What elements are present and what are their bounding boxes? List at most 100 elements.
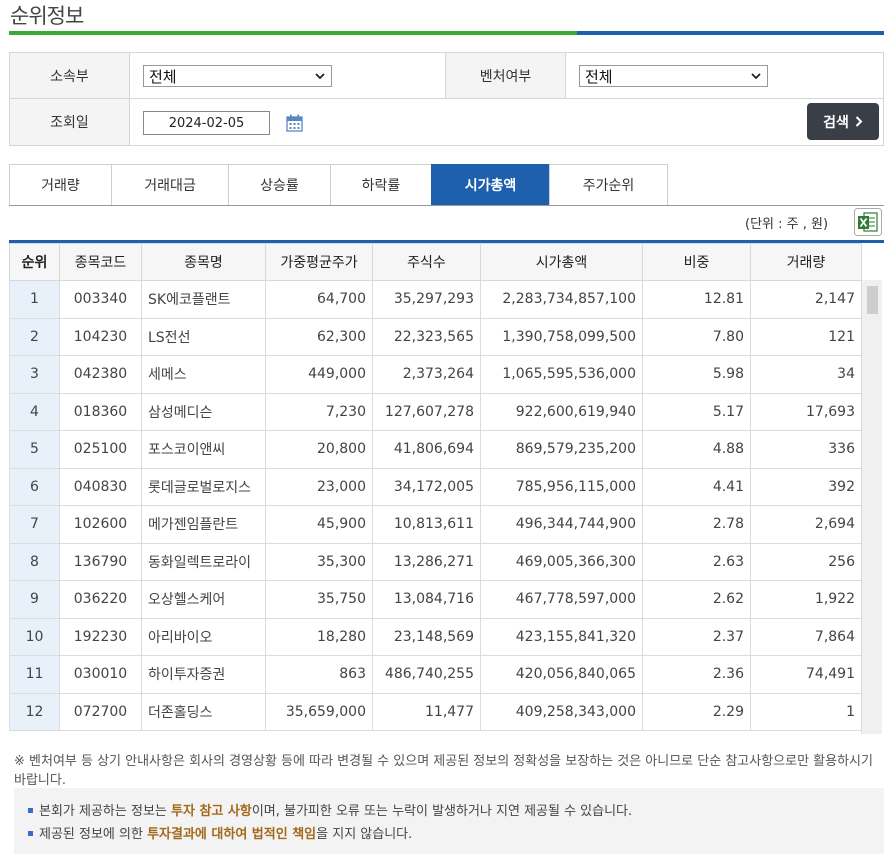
table-cell: 4.88 bbox=[642, 430, 751, 469]
table-row: 2 104230 LS전선 62,300 22,323,565 1,390,758,099… bbox=[9, 317, 862, 356]
tab-rise-rate[interactable]: 상승률 bbox=[228, 164, 331, 205]
table-cell: 922,600,619,940 bbox=[480, 392, 643, 431]
table-cell[interactable]: 세메스 bbox=[141, 355, 266, 394]
table-header-row: 순위 종목코드 종목명 가중평균주가 주식수 시가총액 비중 거래량 bbox=[9, 243, 862, 281]
table-cell: 2,694 bbox=[750, 505, 862, 544]
info-text: 이며, 불가피한 오류 또는 누락이 발생하거나 지연 제공될 수 있습니다. bbox=[251, 804, 633, 819]
affiliation-select[interactable]: 전체 bbox=[143, 65, 332, 87]
info-text: 제공된 정보에 의한 bbox=[39, 827, 148, 842]
ranking-tabs: 거래량 거래대금 상승률 하락률 시가총액 주가순위 bbox=[9, 164, 884, 206]
table-cell: 35,750 bbox=[265, 580, 373, 619]
tab-volume[interactable]: 거래량 bbox=[9, 164, 112, 205]
affiliation-select-value: 전체 bbox=[149, 67, 177, 86]
tab-market-cap[interactable]: 시가총액 bbox=[431, 164, 550, 205]
table-cell[interactable]: 메가젠임플란트 bbox=[141, 505, 266, 544]
table-cell[interactable]: 포스코이앤씨 bbox=[141, 430, 266, 469]
table-cell: 104230 bbox=[59, 317, 142, 356]
tab-trading-value[interactable]: 거래대금 bbox=[111, 164, 229, 205]
column-header: 거래량 bbox=[750, 243, 862, 281]
date-input[interactable]: 2024-02-05 bbox=[143, 111, 270, 135]
chevron-down-icon bbox=[315, 73, 325, 80]
table-cell: 469,005,366,300 bbox=[480, 542, 643, 581]
table-cell: 11,477 bbox=[372, 692, 481, 731]
tab-label: 거래대금 bbox=[144, 178, 196, 194]
table-cell: 420,056,840,065 bbox=[480, 655, 643, 694]
table-cell: 34,172,005 bbox=[372, 467, 481, 506]
table-cell: 336 bbox=[750, 430, 862, 469]
table-cell[interactable]: 삼성메디슨 bbox=[141, 392, 266, 431]
excel-download-icon[interactable] bbox=[854, 208, 882, 236]
table-row: 7 102600 메가젠임플란트 45,900 10,813,611 496,344,74… bbox=[9, 505, 862, 544]
table-cell: 192230 bbox=[59, 617, 142, 656]
column-header: 주식수 bbox=[372, 243, 481, 281]
table-cell: 2 bbox=[9, 317, 60, 356]
table-cell: 18,280 bbox=[265, 617, 373, 656]
table-cell[interactable]: SK에코플랜트 bbox=[141, 280, 266, 319]
column-header: 가중평균주가 bbox=[265, 243, 373, 281]
table-cell: 20,800 bbox=[265, 430, 373, 469]
table-cell[interactable]: 하이투자증권 bbox=[141, 655, 266, 694]
table-cell: 127,607,278 bbox=[372, 392, 481, 431]
venture-select-value: 전체 bbox=[585, 67, 613, 86]
table-cell[interactable]: 더존홀딩스 bbox=[141, 692, 266, 731]
table-cell: 23,148,569 bbox=[372, 617, 481, 656]
column-header: 시가총액 bbox=[480, 243, 643, 281]
column-header: 비중 bbox=[642, 243, 751, 281]
table-cell: 785,956,115,000 bbox=[480, 467, 643, 506]
table-cell[interactable]: LS전선 bbox=[141, 317, 266, 356]
table-row: 12 072700 더존홀딩스 35,659,000 11,477 409,258,343… bbox=[9, 692, 862, 731]
table-row: 3 042380 세메스 449,000 2,373,264 1,065,595,536,… bbox=[9, 355, 862, 394]
table-cell: 4.41 bbox=[642, 467, 751, 506]
table-scrollbar[interactable] bbox=[861, 280, 882, 734]
info-text: 을 지지 않습니다. bbox=[316, 827, 413, 842]
venture-select[interactable]: 전체 bbox=[579, 65, 768, 87]
table-cell: 12 bbox=[9, 692, 60, 731]
tab-label: 상승률 bbox=[260, 178, 299, 194]
table-cell: 042380 bbox=[59, 355, 142, 394]
info-highlight: 투자 참고 사항 bbox=[171, 804, 252, 819]
table-cell: 1 bbox=[750, 692, 862, 731]
column-header: 순위 bbox=[9, 243, 60, 281]
table-cell: 45,900 bbox=[265, 505, 373, 544]
table-cell: 102600 bbox=[59, 505, 142, 544]
table-cell: 23,000 bbox=[265, 467, 373, 506]
table-cell: 13,084,716 bbox=[372, 580, 481, 619]
venture-label: 벤처여부 bbox=[446, 53, 566, 98]
table-row: 9 036220 오상헬스케어 35,750 13,084,716 467,778,597… bbox=[9, 580, 862, 619]
calendar-icon[interactable] bbox=[286, 114, 303, 132]
table-cell: 2.78 bbox=[642, 505, 751, 544]
table-cell: 10 bbox=[9, 617, 60, 656]
table-cell: 4 bbox=[9, 392, 60, 431]
table-cell: 5.98 bbox=[642, 355, 751, 394]
table-cell: 11 bbox=[9, 655, 60, 694]
table-cell: 1,390,758,099,500 bbox=[480, 317, 643, 356]
info-highlight: 투자결과에 대하여 법적인 책임 bbox=[147, 827, 317, 842]
table-cell: 35,297,293 bbox=[372, 280, 481, 319]
table-cell: 121 bbox=[750, 317, 862, 356]
table-cell: 025100 bbox=[59, 430, 142, 469]
table-cell[interactable]: 동화일렉트로라이 bbox=[141, 542, 266, 581]
table-cell[interactable]: 롯데글로벌로지스 bbox=[141, 467, 266, 506]
table-cell: 2.29 bbox=[642, 692, 751, 731]
table-cell: 34 bbox=[750, 355, 862, 394]
chevron-down-icon bbox=[751, 73, 761, 80]
scrollbar-thumb[interactable] bbox=[867, 286, 878, 314]
tab-fall-rate[interactable]: 하락률 bbox=[330, 164, 432, 205]
table-cell: 3 bbox=[9, 355, 60, 394]
info-text: 본회가 제공하는 정보는 bbox=[39, 804, 171, 819]
table-cell: 2,373,264 bbox=[372, 355, 481, 394]
table-row: 10 192230 아리바이오 18,280 23,148,569 423,155,841… bbox=[9, 617, 862, 656]
tab-label: 시가총액 bbox=[464, 178, 517, 194]
table-cell: 036220 bbox=[59, 580, 142, 619]
table-cell: 13,286,271 bbox=[372, 542, 481, 581]
table-cell: 12.81 bbox=[642, 280, 751, 319]
column-header: 종목코드 bbox=[59, 243, 142, 281]
table-cell: 449,000 bbox=[265, 355, 373, 394]
table-cell: 072700 bbox=[59, 692, 142, 731]
table-cell: 467,778,597,000 bbox=[480, 580, 643, 619]
search-button[interactable]: 검색 bbox=[807, 103, 879, 140]
table-cell[interactable]: 아리바이오 bbox=[141, 617, 266, 656]
table-cell[interactable]: 오상헬스케어 bbox=[141, 580, 266, 619]
tab-price-rank[interactable]: 주가순위 bbox=[549, 164, 668, 205]
table-row: 5 025100 포스코이앤씨 20,800 41,806,694 869,579,235… bbox=[9, 430, 862, 469]
